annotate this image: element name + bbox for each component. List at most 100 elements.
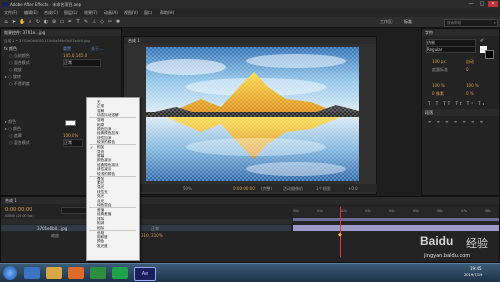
home-icon[interactable]: ⌂	[3, 19, 9, 25]
resolution-dropdown[interactable]: (完整)	[261, 186, 272, 192]
clock-date[interactable]: 2019/7/19	[464, 273, 482, 277]
zoom-dropdown[interactable]: 50%	[183, 186, 192, 191]
layer-mode[interactable]: 正常	[151, 226, 159, 232]
layer-name[interactable]: 3701e0b0...jpg	[37, 226, 67, 231]
character-panel: 字符 仿宋 ✐ Regular 100 px 自动 度量标准 0 100 % 1…	[421, 28, 500, 196]
ruler-tick: 00s	[293, 209, 299, 213]
mask-value[interactable]: 100.0%	[63, 133, 78, 138]
text-tool-icon[interactable]: T	[75, 19, 81, 25]
tab-paragraph[interactable]: 段落	[425, 110, 433, 116]
kerning-value[interactable]: 度量标准	[432, 67, 448, 73]
menu-effect[interactable]: 效果(T)	[84, 10, 98, 16]
font-style-dropdown[interactable]: Regular	[426, 46, 476, 53]
maximize-button[interactable]: □	[477, 1, 487, 7]
search-icon: ⌕	[493, 20, 496, 25]
menu-animation[interactable]: 动画(A)	[104, 10, 118, 16]
exposure-value[interactable]: +0.0	[348, 186, 358, 191]
tab-composition[interactable]: 合成 1	[128, 38, 140, 44]
color-swatch[interactable]	[65, 120, 76, 126]
eraser-tool-icon[interactable]: ◇	[99, 19, 105, 25]
clock-time[interactable]: 19:45	[470, 266, 482, 271]
keyframe-icon[interactable]: ◆	[338, 232, 342, 238]
time-ruler[interactable]: 00s 01s 02s 03s 04s 05s 06s 07s 08s	[293, 207, 499, 217]
menu-edit[interactable]: 编辑(E)	[24, 10, 38, 16]
menu-file[interactable]: 文件(F)	[4, 10, 17, 16]
about-link[interactable]: 关于...	[91, 46, 103, 52]
ruler-tick: 04s	[389, 209, 395, 213]
ruler-tick: 05s	[413, 209, 419, 213]
close-button[interactable]: ✕	[488, 1, 498, 7]
layer-duration-bar[interactable]	[293, 225, 499, 231]
workspace-dropdown[interactable]: 标准	[404, 19, 412, 25]
color-section-1[interactable]: ▸ 颜色	[5, 119, 16, 125]
watermark-brand: Baidu	[420, 234, 454, 248]
stroke-color-swatch[interactable]	[485, 50, 494, 59]
blend-mode-dropdown-2[interactable]: 正常	[63, 139, 83, 147]
layer-path: 合成 1 • 3701e0b0052174c0a5f4c0b07a4c5.jpg	[4, 39, 90, 43]
menu-help[interactable]: 帮助(H)	[160, 10, 174, 16]
work-area-bar[interactable]	[293, 218, 499, 221]
ruler-tick: 03s	[365, 209, 371, 213]
help-search-input[interactable]: 搜索帮助 ⌕	[444, 19, 498, 27]
text-style-buttons[interactable]: T T TT Tt T¹ T₁	[428, 101, 486, 106]
blend-mode-context-menu: 无正常 溶解 动态抖动溶解 变暗 相乘 颜色加深 经典颜色加深 线性加深 较深的颜色 相加 ✓ 变亮屏…	[86, 97, 140, 261]
mask-label: ○ 遮罩	[9, 133, 22, 138]
vertical-scale-value[interactable]: 100 %	[432, 83, 445, 88]
viewer-bottom-bar: 50% 0:00:00:00 (完整) 活动摄像机 1个视图 +0.0	[123, 184, 377, 192]
menu-view[interactable]: 视图(V)	[124, 10, 138, 16]
taskbar-firefox-icon[interactable]	[68, 267, 84, 279]
align-buttons[interactable]: ≡ ≡ ≡ ≡ ≡ ≡ ≡	[428, 119, 485, 124]
camera-dropdown[interactable]: 活动摄像机	[283, 186, 303, 192]
taskbar-app-icon[interactable]	[90, 267, 106, 279]
baseline-shift-value[interactable]: 0 像素	[432, 91, 444, 97]
rectangle-tool-icon[interactable]: ▭	[59, 19, 65, 25]
pen-tool-icon[interactable]: ✒	[67, 19, 73, 25]
camera-tool-icon[interactable]: ◐	[43, 19, 49, 25]
stamp-tool-icon[interactable]: ⊥	[91, 19, 97, 25]
reset-link[interactable]: 重置	[63, 46, 71, 52]
start-button-icon[interactable]	[3, 266, 17, 280]
roto-tool-icon[interactable]: ✂	[107, 19, 113, 25]
tracking-value[interactable]: 0	[466, 67, 469, 72]
ruler-tick: 06s	[437, 209, 443, 213]
tab-timeline-comp[interactable]: 合成 1	[5, 198, 17, 204]
ruler-tick: 01s	[317, 209, 323, 213]
font-size-value[interactable]: 100 px	[432, 59, 446, 64]
pan-behind-tool-icon[interactable]: ⊕	[51, 19, 57, 25]
checkmark-icon: ✓	[90, 144, 94, 150]
fx-color-label[interactable]: fx 颜色	[4, 46, 17, 52]
viewer-timecode[interactable]: 0:00:00:00	[233, 186, 255, 191]
tsume-value[interactable]: 0 %	[466, 91, 474, 96]
horizontal-scale-value[interactable]: 100 %	[466, 83, 479, 88]
blend-mode-item[interactable]: 发光度	[97, 244, 108, 249]
puppet-tool-icon[interactable]: ✱	[115, 19, 121, 25]
menu-composition[interactable]: 合成(C)	[44, 10, 58, 16]
taskbar-explorer-icon[interactable]	[46, 267, 62, 279]
leading-value[interactable]: 自动	[466, 59, 474, 65]
layer-row[interactable]: 3701e0b0...jpg 正常	[1, 225, 291, 231]
eyedropper-icon[interactable]: ✐	[480, 38, 484, 44]
menu-layer[interactable]: 图层(L)	[64, 10, 77, 16]
minimize-button[interactable]: —	[466, 1, 476, 7]
color-section-2[interactable]: ▸ ○ 颜色	[5, 126, 21, 132]
current-color-value[interactable]: 145.0,145.0	[63, 53, 87, 58]
taskbar-ie-icon[interactable]	[24, 267, 40, 279]
taskbar-after-effects-icon[interactable]: Ae	[134, 267, 156, 281]
brush-tool-icon[interactable]: ✎	[83, 19, 89, 25]
timeline-timecode[interactable]: 0:00:00:00	[5, 207, 32, 213]
composition-canvas[interactable]	[146, 47, 359, 181]
views-dropdown[interactable]: 1个视图	[316, 186, 331, 192]
menu-window[interactable]: 窗口	[144, 10, 152, 16]
scale-property-value[interactable]: 210, 210%	[141, 233, 163, 238]
layer-header-row	[1, 219, 291, 224]
blend-mode-dropdown-1[interactable]: 正常	[63, 59, 101, 67]
hand-tool-icon[interactable]: ✋	[19, 19, 25, 25]
tab-effect-controls[interactable]: 效果控件: 3701e...jpg	[4, 30, 45, 36]
rotation-label[interactable]: ▸ ○ 旋转	[5, 74, 21, 80]
selection-tool-icon[interactable]: ➤	[11, 19, 17, 25]
taskbar-media-icon[interactable]	[112, 267, 128, 279]
tab-character[interactable]: 字符	[425, 30, 433, 36]
zoom-tool-icon[interactable]: ⌕	[27, 19, 33, 25]
rotate-tool-icon[interactable]: ↻	[35, 19, 41, 25]
paragraph-tab-bar	[422, 109, 499, 116]
